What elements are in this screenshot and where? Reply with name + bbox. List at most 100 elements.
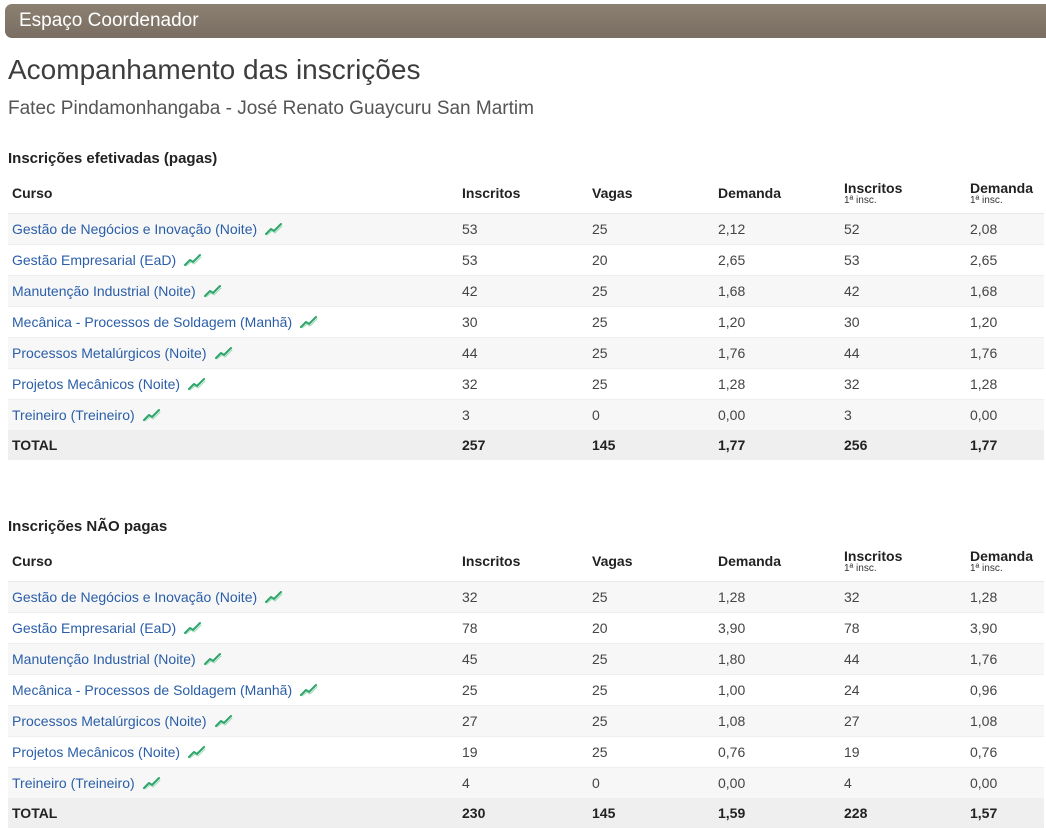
demanda-1a-cell: 1,28: [966, 581, 1044, 613]
demanda-1a-cell-value: 1,28: [970, 376, 998, 392]
inscritos-1a-cell-value: 52: [844, 221, 860, 237]
inscritos-1a-cell: 44: [840, 337, 966, 369]
column-header-sub: 1ª insc.: [844, 194, 877, 206]
demanda-1a-cell: 1,20: [966, 306, 1044, 338]
course-link[interactable]: Gestão Empresarial (EaD): [12, 620, 176, 636]
total-demanda-cell-value: 1,59: [718, 805, 746, 821]
course-cell: Gestão de Negócios e Inovação (Noite): [8, 213, 458, 245]
course-link[interactable]: Processos Metalúrgicos (Noite): [12, 713, 207, 729]
column-header-demanda: Demanda: [714, 173, 840, 214]
course-link[interactable]: Gestão Empresarial (EaD): [12, 252, 176, 268]
trend-chart-icon[interactable]: [188, 745, 206, 759]
inscritos-1a-cell-value: 30: [844, 314, 860, 330]
vagas-cell: 25: [588, 213, 714, 245]
trend-chart-icon[interactable]: [300, 683, 318, 697]
trend-chart-icon[interactable]: [142, 408, 161, 422]
vagas-cell-value: 25: [592, 744, 608, 760]
inscritos-cell: 32: [458, 368, 588, 400]
column-header-label: Inscritos: [844, 547, 903, 564]
inscritos-cell: 25: [458, 674, 588, 706]
inscritos-cell: 32: [458, 581, 588, 613]
total-demanda-cell: 1,77: [714, 430, 840, 460]
trend-chart-icon[interactable]: [142, 776, 161, 790]
course-link[interactable]: Treineiro (Treineiro): [12, 775, 135, 791]
table-row: Manutenção Industrial (Noite) 45 25 1,80 44 1…: [8, 643, 1044, 675]
table-header-row: Curso Inscritos Vagas Demanda Inscritos 1…: [8, 541, 1044, 582]
table-row: Gestão de Negócios e Inovação (Noite) 32 2…: [8, 581, 1044, 613]
course-cell: Gestão de Negócios e Inovação (Noite): [8, 581, 458, 613]
inscritos-1a-cell: 52: [840, 213, 966, 245]
table-header-row: Curso Inscritos Vagas Demanda Inscritos 1…: [8, 173, 1044, 214]
trend-chart-icon[interactable]: [300, 315, 318, 329]
course-link[interactable]: Manutenção Industrial (Noite): [12, 283, 196, 299]
inscritos-cell-value: 25: [462, 682, 478, 698]
trend-chart-icon[interactable]: [203, 652, 222, 666]
course-link[interactable]: Processos Metalúrgicos (Noite): [12, 345, 207, 361]
vagas-cell-value: 25: [592, 713, 608, 729]
column-header-label: Demanda: [970, 547, 1034, 564]
course-cell: Treineiro (Treineiro): [8, 767, 458, 799]
vagas-cell: 25: [588, 705, 714, 737]
course-link[interactable]: Projetos Mecânicos (Noite): [12, 744, 180, 760]
demanda-cell: 2,12: [714, 213, 840, 245]
table-row: Processos Metalúrgicos (Noite) 27 25 1,08 27…: [8, 705, 1044, 737]
course-link[interactable]: Gestão de Negócios e Inovação (Noite): [12, 589, 257, 605]
course-link[interactable]: Treineiro (Treineiro): [12, 407, 135, 423]
course-cell: Gestão Empresarial (EaD): [8, 612, 458, 644]
vagas-cell: 20: [588, 244, 714, 276]
inscritos-cell: 42: [458, 275, 588, 307]
total-inscritos-cell: 257: [458, 430, 588, 460]
header-title: Espaço Coordenador: [19, 10, 199, 31]
total-demanda-cell: 1,59: [714, 798, 840, 828]
inscritos-1a-cell-value: 3: [844, 407, 852, 423]
trend-chart-icon[interactable]: [265, 222, 283, 236]
inscritos-cell: 78: [458, 612, 588, 644]
inscritos-1a-cell-value: 27: [844, 713, 860, 729]
inscritos-cell-value: 45: [462, 651, 478, 667]
vagas-cell: 25: [588, 674, 714, 706]
column-header-label: Inscritos: [844, 179, 903, 196]
inscritos-cell-value: 53: [462, 252, 478, 268]
demanda-1a-cell: 1,68: [966, 275, 1044, 307]
inscritos-1a-cell-value: 78: [844, 620, 860, 636]
trend-chart-icon[interactable]: [214, 346, 233, 360]
demanda-cell: 0,00: [714, 399, 840, 431]
inscritos-cell: 53: [458, 244, 588, 276]
table-row: Projetos Mecânicos (Noite) 19 25 0,76 19 0,76: [8, 736, 1044, 768]
total-inscritos-1a-cell-value: 228: [844, 805, 868, 821]
course-link[interactable]: Projetos Mecânicos (Noite): [12, 376, 180, 392]
course-link[interactable]: Mecânica - Processos de Soldagem (Manhã): [12, 314, 292, 330]
total-vagas-cell: 145: [588, 430, 714, 460]
vagas-cell-value: 25: [592, 376, 608, 392]
demanda-1a-cell-value: 1,28: [970, 589, 998, 605]
trend-chart-icon[interactable]: [214, 714, 233, 728]
course-link[interactable]: Manutenção Industrial (Noite): [12, 651, 196, 667]
vagas-cell-value: 0: [592, 407, 600, 423]
demanda-1a-cell: 3,90: [966, 612, 1044, 644]
demanda-cell: 0,76: [714, 736, 840, 768]
inscritos-1a-cell-value: 44: [844, 651, 860, 667]
demanda-cell-value: 0,76: [718, 744, 746, 760]
table-row: Mecânica - Processos de Soldagem (Manhã)…: [8, 674, 1044, 706]
demanda-cell-value: 1,00: [718, 682, 746, 698]
course-link[interactable]: Gestão de Negócios e Inovação (Noite): [12, 221, 257, 237]
inscritos-cell-value: 32: [462, 589, 478, 605]
vagas-cell: 20: [588, 612, 714, 644]
demanda-1a-cell-value: 0,76: [970, 744, 998, 760]
trend-chart-icon[interactable]: [265, 590, 283, 604]
demanda-cell-value: 2,12: [718, 221, 746, 237]
demanda-1a-cell: 0,76: [966, 736, 1044, 768]
trend-chart-icon[interactable]: [184, 253, 202, 267]
unpaid-table-body: Gestão de Negócios e Inovação (Noite) 32 2…: [8, 581, 1044, 828]
trend-chart-icon[interactable]: [188, 377, 206, 391]
page-title: Acompanhamento das inscrições: [8, 54, 421, 85]
total-row: TOTAL 257 145 1,77 256 1,77: [8, 430, 1044, 460]
total-inscritos-cell-value: 257: [462, 437, 486, 453]
demanda-1a-cell-value: 1,68: [970, 283, 998, 299]
trend-chart-icon[interactable]: [203, 284, 222, 298]
inscritos-1a-cell-value: 42: [844, 283, 860, 299]
vagas-cell: 25: [588, 736, 714, 768]
trend-chart-icon[interactable]: [184, 621, 202, 635]
course-cell: Manutenção Industrial (Noite): [8, 643, 458, 675]
course-link[interactable]: Mecânica - Processos de Soldagem (Manhã): [12, 682, 292, 698]
